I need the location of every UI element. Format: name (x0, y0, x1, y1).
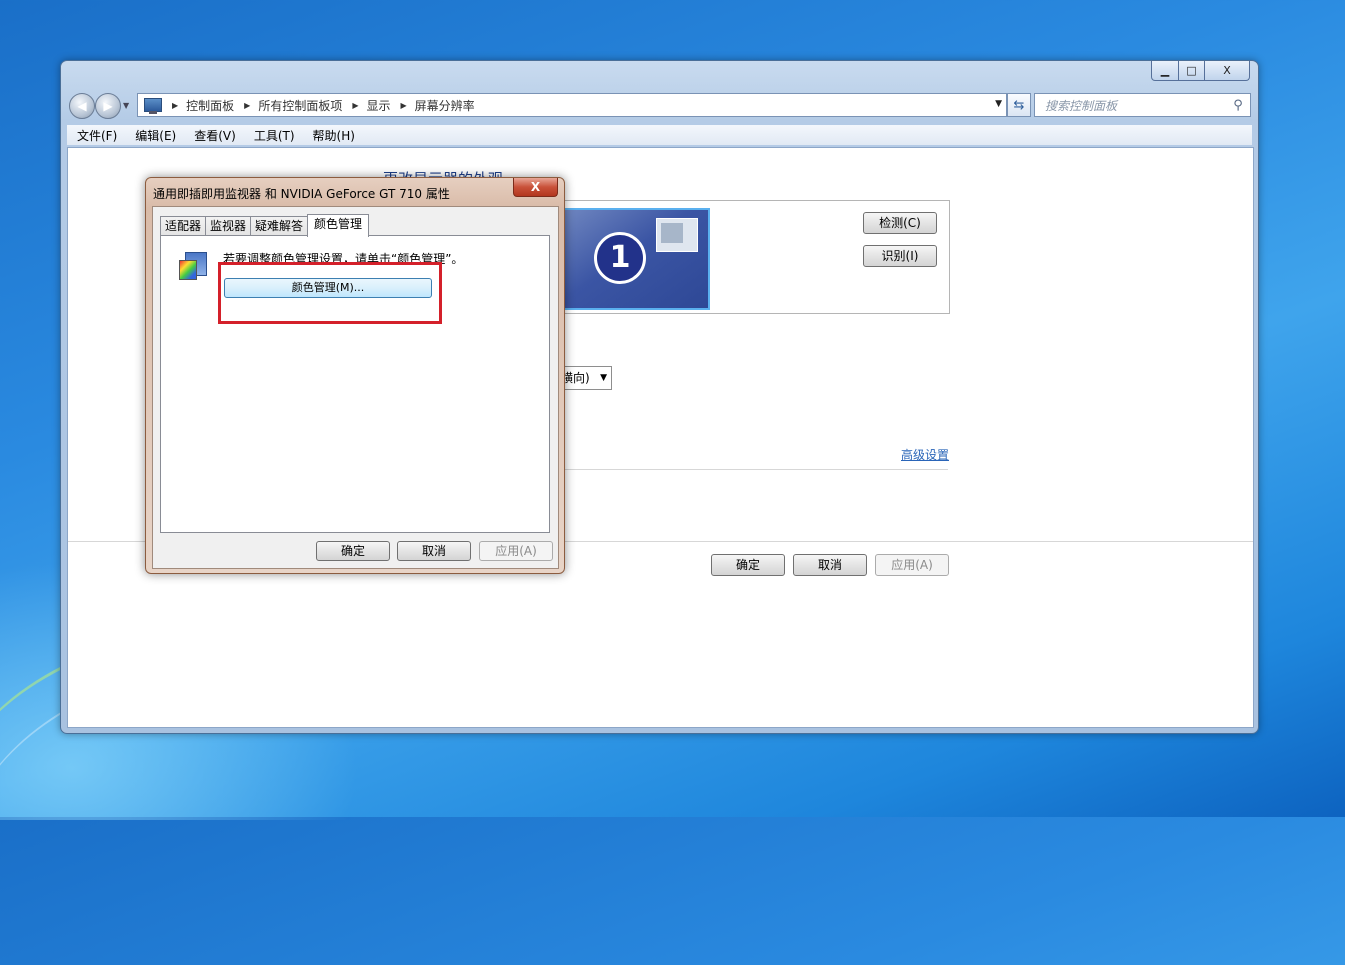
refresh-icon: ⇆ (1013, 97, 1025, 113)
breadcrumb-item[interactable]: 控制面板 (186, 97, 234, 114)
close-button[interactable]: X (1205, 61, 1250, 81)
menu-bar: 文件(F) 编辑(E) 查看(V) 工具(T) 帮助(H) (67, 125, 1252, 145)
dialog-close-button[interactable]: X (513, 178, 558, 197)
identify-button[interactable]: 识别(I) (863, 245, 937, 267)
monitor-number: 1 (594, 232, 646, 284)
dialog-body: 适配器 监视器 疑难解答 颜色管理 若要调整颜色管理设置，请单击“颜色管理”。 … (152, 206, 559, 569)
breadcrumb-item[interactable]: 屏幕分辨率 (415, 97, 475, 114)
address-dropdown-icon[interactable]: ▼ (995, 99, 1002, 109)
minimize-button[interactable]: ▁ (1151, 61, 1179, 81)
menu-view[interactable]: 查看(V) (184, 127, 244, 144)
tab-troubleshoot[interactable]: 疑难解答 (250, 216, 309, 236)
search-placeholder: 搜索控制面板 (1045, 98, 1118, 113)
menu-edit[interactable]: 编辑(E) (125, 127, 184, 144)
breadcrumb-arrow-icon[interactable]: ▶ (352, 101, 358, 110)
control-panel-icon (144, 98, 162, 114)
chevron-down-icon: ▼ (600, 373, 607, 383)
color-management-page: 若要调整颜色管理设置，请单击“颜色管理”。 颜色管理(M)... (160, 235, 550, 533)
window-controls: ▁ □ X (1151, 61, 1250, 81)
breadcrumb-arrow-icon[interactable]: ▶ (244, 101, 250, 110)
dialog-cancel-button[interactable]: 取消 (397, 541, 471, 561)
breadcrumb-item[interactable]: 显示 (367, 97, 391, 114)
menu-file[interactable]: 文件(F) (67, 127, 125, 144)
properties-dialog: 通用即插即用监视器 和 NVIDIA GeForce GT 710 属性 X 适… (145, 177, 565, 574)
tab-monitor[interactable]: 监视器 (205, 216, 252, 236)
forward-button[interactable]: ▶ (95, 93, 121, 119)
tab-adapter[interactable]: 适配器 (160, 216, 207, 236)
address-bar[interactable]: ▶ 控制面板 ▶ 所有控制面板项 ▶ 显示 ▶ 屏幕分辨率 ▼ (137, 93, 1007, 117)
search-icon[interactable]: ⚲ (1230, 98, 1246, 113)
dialog-apply-button: 应用(A) (479, 541, 553, 561)
tab-color-management[interactable]: 颜色管理 (307, 214, 370, 237)
forward-arrow-icon: ▶ (103, 99, 113, 113)
tab-strip: 适配器 监视器 疑难解答 颜色管理 (160, 214, 370, 237)
back-arrow-icon: ◀ (77, 99, 87, 113)
breadcrumb-item[interactable]: 所有控制面板项 (258, 97, 342, 114)
breadcrumb-arrow-icon[interactable]: ▶ (401, 101, 407, 110)
refresh-button[interactable]: ⇆ (1007, 93, 1031, 117)
menu-help[interactable]: 帮助(H) (303, 127, 363, 144)
back-button[interactable]: ◀ (69, 93, 95, 119)
dialog-ok-button[interactable]: 确定 (316, 541, 390, 561)
recent-pages-dropdown[interactable]: ▼ (123, 101, 129, 110)
highlight-box (218, 262, 442, 324)
dialog-title: 通用即插即用监视器 和 NVIDIA GeForce GT 710 属性 (153, 187, 450, 201)
apply-button: 应用(A) (875, 554, 949, 576)
advanced-settings-link[interactable]: 高级设置 (901, 446, 949, 463)
detect-button[interactable]: 检测(C) (863, 212, 937, 234)
window-preview-icon (656, 218, 698, 252)
search-input[interactable]: 搜索控制面板 ⚲ (1034, 93, 1251, 117)
color-management-icon (179, 252, 207, 280)
navigation-bar: ◀ ▶ ▼ ▶ 控制面板 ▶ 所有控制面板项 ▶ 显示 ▶ 屏幕分辨率 ▼ ⇆ … (67, 91, 1252, 119)
monitor-thumbnail[interactable]: 1 (562, 208, 710, 310)
ok-button[interactable]: 确定 (711, 554, 785, 576)
menu-tools[interactable]: 工具(T) (244, 127, 303, 144)
maximize-button[interactable]: □ (1179, 61, 1205, 81)
cancel-button[interactable]: 取消 (793, 554, 867, 576)
breadcrumb-arrow-icon[interactable]: ▶ (172, 101, 178, 110)
